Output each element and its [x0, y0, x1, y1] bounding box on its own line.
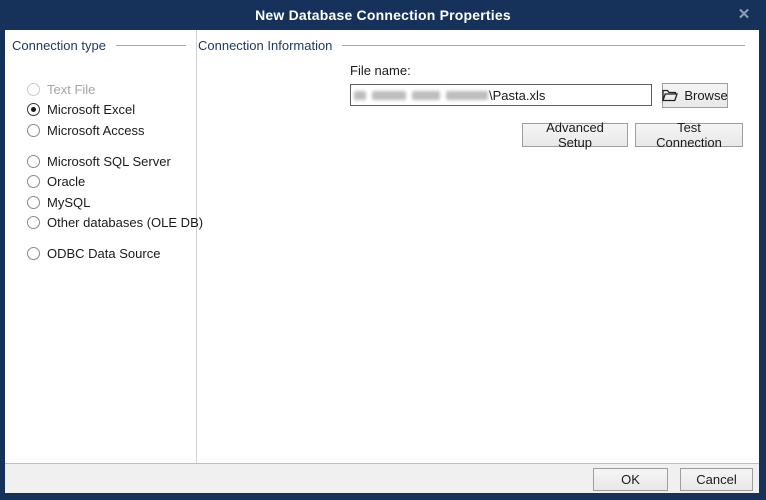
dialog-footer: OK Cancel [5, 463, 759, 493]
radio-odbc-data-source[interactable]: ODBC Data Source [27, 244, 203, 264]
radio-group-servers: Microsoft SQL Server Oracle MySQL Other … [27, 151, 203, 233]
ok-button[interactable]: OK [593, 468, 668, 491]
radio-icon [27, 247, 40, 260]
radio-icon [27, 155, 40, 168]
redacted-path [354, 91, 488, 100]
file-name-input[interactable]: \Pasta.xls [350, 84, 652, 106]
file-name-label: File name: [350, 63, 411, 78]
radio-group-files: Text File Microsoft Excel Microsoft Acce… [27, 79, 203, 140]
window-title: New Database Connection Properties [0, 0, 766, 30]
close-icon[interactable]: ✕ [732, 0, 756, 30]
connection-type-header: Connection type [12, 38, 192, 53]
radio-text-file: Text File [27, 79, 203, 99]
radio-microsoft-excel[interactable]: Microsoft Excel [27, 100, 203, 120]
connection-type-header-label: Connection type [12, 38, 106, 53]
radio-icon [27, 124, 40, 137]
radio-oracle[interactable]: Oracle [27, 172, 203, 192]
connection-information-header-label: Connection Information [198, 38, 332, 53]
browse-button[interactable]: Browse [662, 83, 728, 108]
radio-icon [27, 196, 40, 209]
radio-mysql[interactable]: MySQL [27, 192, 203, 212]
connection-type-list: Text File Microsoft Excel Microsoft Acce… [27, 79, 203, 275]
title-bar: New Database Connection Properties ✕ [0, 0, 766, 30]
radio-icon [27, 83, 40, 96]
file-name-value: \Pasta.xls [489, 88, 545, 103]
browse-button-label: Browse [684, 88, 727, 103]
connection-information-header: Connection Information [198, 38, 751, 53]
radio-microsoft-access[interactable]: Microsoft Access [27, 120, 203, 140]
test-connection-button[interactable]: Test Connection [635, 123, 743, 147]
radio-icon-selected [27, 103, 40, 116]
radio-other-databases-ole-db[interactable]: Other databases (OLE DB) [27, 213, 203, 233]
radio-microsoft-sql-server[interactable]: Microsoft SQL Server [27, 151, 203, 171]
radio-icon [27, 175, 40, 188]
header-rule [116, 45, 186, 46]
cancel-button[interactable]: Cancel [680, 468, 753, 491]
folder-icon [662, 89, 678, 102]
dialog-body: Connection type Text File Microsoft Exce… [5, 30, 759, 463]
radio-icon [27, 216, 40, 229]
radio-group-odbc: ODBC Data Source [27, 244, 203, 264]
header-rule [342, 45, 745, 46]
advanced-setup-button[interactable]: Advanced Setup [522, 123, 628, 147]
